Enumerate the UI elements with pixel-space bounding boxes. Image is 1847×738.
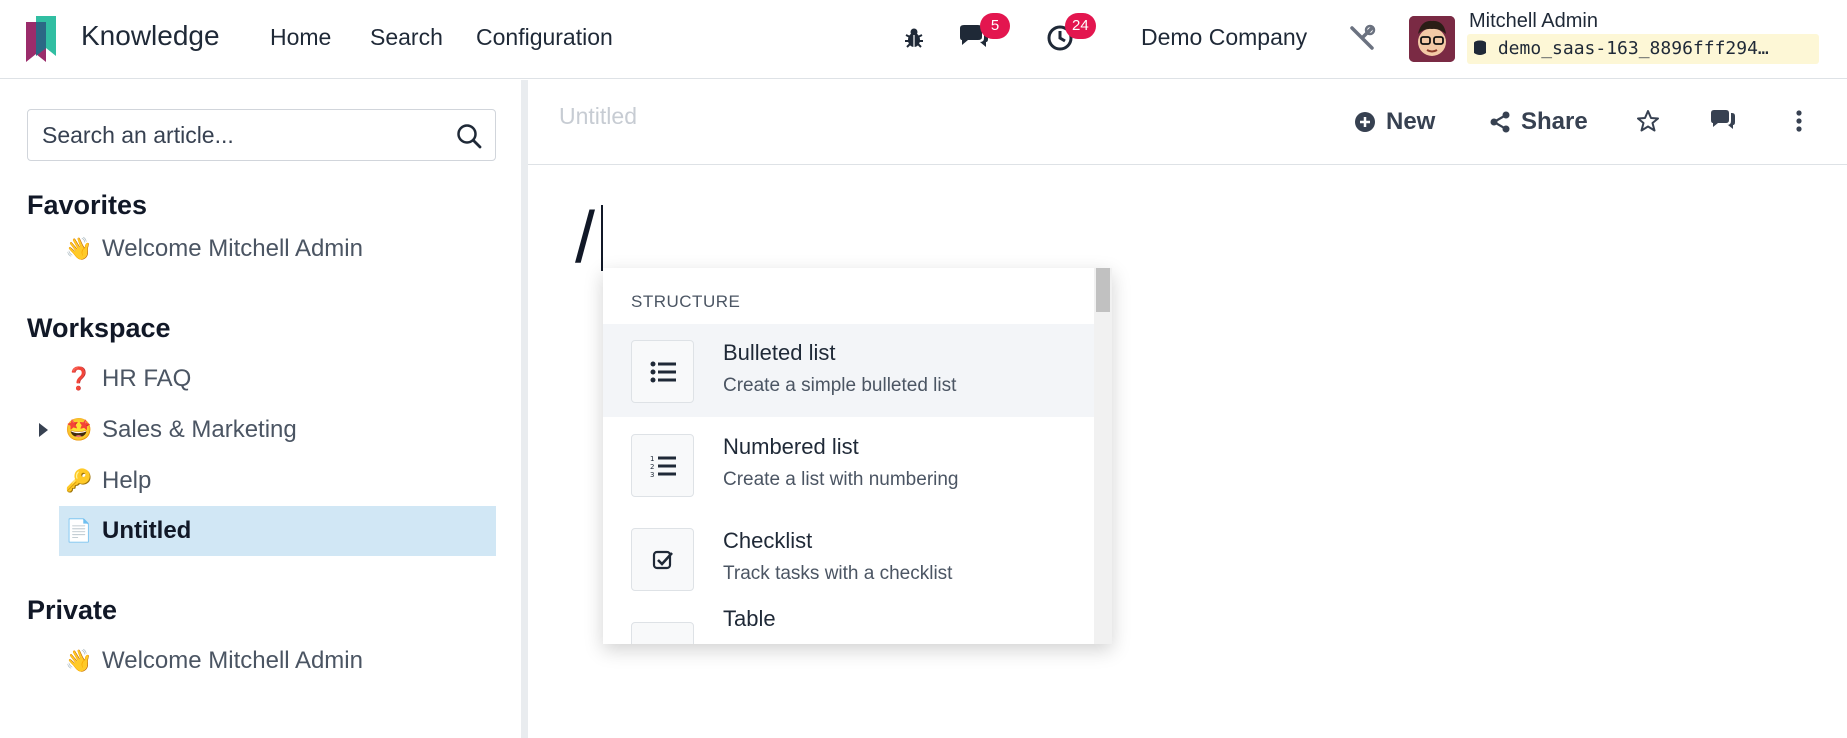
sidebar-item-untitled[interactable]: 📄 Untitled [59, 506, 496, 556]
editor-typed-text[interactable]: / [575, 196, 595, 280]
new-article-button[interactable]: New [1354, 104, 1435, 140]
command-title: Numbered list [723, 434, 859, 459]
wave-icon: 👋 [65, 236, 93, 262]
search-icon[interactable] [455, 122, 483, 150]
sidebar-item-private-welcome[interactable]: 👋 Welcome Mitchell Admin [59, 636, 496, 686]
page-icon: 📄 [65, 518, 93, 544]
svg-text:2: 2 [650, 463, 654, 471]
command-bulleted-list[interactable]: Bulleted list Create a simple bulleted l… [603, 324, 1094, 417]
wave-icon: 👋 [65, 648, 93, 674]
sidebar-resize-handle[interactable] [521, 80, 528, 738]
menu-home[interactable]: Home [270, 24, 331, 51]
sidebar-item-sales-marketing[interactable]: 🤩 Sales & Marketing [59, 405, 496, 455]
svg-text:3: 3 [650, 471, 654, 478]
tree-item-label: Help [102, 467, 152, 494]
palette-category: STRUCTURE [631, 292, 741, 311]
command-checklist[interactable]: Checklist Track tasks with a checklist [603, 512, 1094, 605]
database-name: demo_saas-163_8896fff294… [1467, 34, 1819, 64]
menu-configuration[interactable]: Configuration [476, 24, 613, 51]
tree-item-label: Untitled [102, 517, 192, 544]
favorites-title: Favorites [27, 190, 148, 220]
article-title-input[interactable]: Untitled [559, 103, 637, 130]
tree-item-label: HR FAQ [102, 365, 192, 392]
comments-icon[interactable] [1708, 106, 1738, 136]
palette-scrollbar-thumb[interactable] [1096, 268, 1110, 312]
user-name[interactable]: Mitchell Admin [1469, 10, 1598, 33]
private-title: Private [27, 595, 118, 625]
command-palette[interactable]: STRUCTURE Bulleted list Create a simple … [603, 268, 1112, 644]
bulleted-list-icon [631, 340, 694, 403]
activity-badge: 24 [1065, 13, 1096, 39]
new-label: New [1386, 108, 1436, 135]
share-icon [1490, 111, 1510, 133]
search-input[interactable] [42, 110, 442, 160]
text-caret [601, 205, 603, 271]
key-icon: 🔑 [65, 468, 93, 494]
command-title: Checklist [723, 528, 813, 553]
knowledge-logo[interactable] [26, 16, 64, 62]
sidebar-item-favorite-welcome[interactable]: 👋 Welcome Mitchell Admin [59, 224, 496, 274]
tree-item-label: Welcome Mitchell Admin [102, 235, 363, 262]
star-icon[interactable] [1633, 106, 1663, 136]
plus-circle-icon [1355, 112, 1375, 132]
command-title: Bulleted list [723, 340, 836, 365]
menu-search[interactable]: Search [370, 24, 443, 51]
share-button[interactable]: Share [1489, 104, 1588, 140]
sidebar-item-hr-faq[interactable]: ❓ HR FAQ [59, 354, 496, 404]
clock-icon[interactable]: 24 [1044, 13, 1096, 54]
avatar[interactable] [1409, 16, 1455, 62]
app-name[interactable]: Knowledge [81, 20, 220, 52]
svg-text:1: 1 [650, 455, 654, 463]
command-title: Table [723, 606, 776, 631]
table-icon [631, 622, 694, 644]
checklist-icon [631, 528, 694, 591]
tree-item-label: Sales & Marketing [102, 416, 297, 443]
question-icon: ❓ [65, 366, 93, 392]
command-table[interactable]: Table [603, 606, 1094, 644]
palette-scrollbar[interactable] [1094, 268, 1112, 644]
workspace-title: Workspace [27, 313, 171, 343]
share-label: Share [1521, 108, 1588, 135]
numbered-list-icon: 123 [631, 434, 694, 497]
command-numbered-list[interactable]: 123 Numbered list Create a list with num… [603, 418, 1094, 511]
chat-badge: 5 [980, 13, 1010, 39]
company-switcher[interactable]: Demo Company [1141, 24, 1307, 51]
star-struck-icon: 🤩 [65, 417, 93, 443]
command-description: Track tasks with a checklist [723, 563, 953, 584]
database-label: demo_saas-163_8896fff294… [1497, 38, 1769, 59]
sidebar-item-help[interactable]: 🔑 Help [59, 456, 496, 506]
bug-icon[interactable] [898, 22, 930, 54]
article-search[interactable] [27, 109, 496, 161]
tools-icon[interactable] [1346, 22, 1378, 54]
database-icon [1474, 40, 1486, 55]
command-description: Create a simple bulleted list [723, 375, 957, 396]
tree-item-label: Welcome Mitchell Admin [102, 647, 363, 674]
more-options-icon[interactable] [1784, 106, 1814, 136]
chat-icon[interactable]: 5 [958, 13, 1010, 54]
expand-caret-icon[interactable] [36, 421, 50, 439]
command-description: Create a list with numbering [723, 469, 959, 490]
